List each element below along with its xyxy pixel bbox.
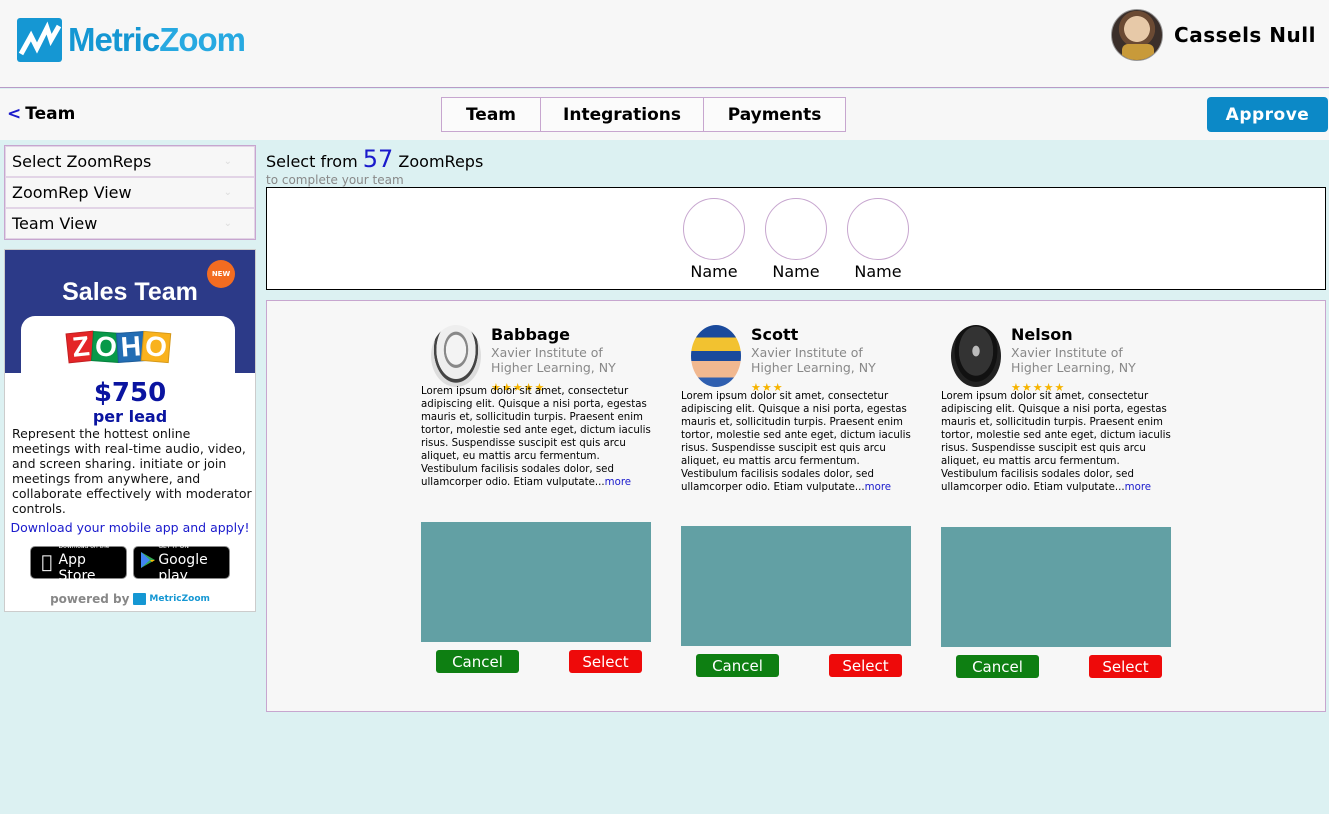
google-play-small: GET IT ON bbox=[158, 542, 189, 550]
metriczoom-logo-icon bbox=[133, 593, 147, 605]
app-store-big: App Store bbox=[58, 551, 96, 584]
ad-per-lead: per lead bbox=[92, 407, 168, 426]
sidebar-item-zoomrep-view[interactable]: ZoomRep View ⌄ bbox=[5, 177, 255, 208]
nav-bar: < Team Team Integrations Payments Approve bbox=[0, 89, 1329, 140]
team-slots-box: Name Name Name bbox=[266, 187, 1326, 290]
app-store-button[interactable]:  Download on theApp Store bbox=[30, 543, 127, 584]
sidebar-item-label: Select ZoomReps bbox=[12, 152, 152, 171]
rep-name: Scott bbox=[751, 325, 799, 344]
rep-school: Xavier Institute of Higher Learning, NY bbox=[751, 345, 901, 375]
logo-text: MetricZoom bbox=[68, 21, 246, 59]
approve-button[interactable]: Approve bbox=[1207, 97, 1328, 132]
slot-avatar-placeholder[interactable] bbox=[765, 198, 827, 260]
chevron-down-icon: ⌄ bbox=[223, 187, 232, 198]
slot-avatar-placeholder[interactable] bbox=[847, 198, 909, 260]
tab-bar: Team Integrations Payments bbox=[441, 97, 846, 132]
google-play-big: Google play bbox=[158, 551, 208, 584]
new-badge: NEW bbox=[207, 260, 235, 288]
rep-video-placeholder[interactable] bbox=[681, 526, 911, 646]
rep-bio-text: Lorem ipsum dolor sit amet, consectetur … bbox=[681, 391, 911, 493]
rep-bio: Lorem ipsum dolor sit amet, consectetur … bbox=[681, 390, 913, 494]
sidebar-item-select-zoomreps[interactable]: Select ZoomReps ⌄ bbox=[5, 146, 255, 177]
apple-icon:  bbox=[35, 552, 59, 573]
google-play-icon bbox=[138, 551, 158, 574]
sidebar-item-label: Team View bbox=[12, 214, 98, 233]
metriczoom-logo[interactable]: MetricZoom bbox=[17, 18, 246, 62]
rep-photo[interactable] bbox=[951, 325, 1001, 387]
logo-text-metric: Metric bbox=[68, 21, 160, 58]
select-prefix: Select from bbox=[266, 152, 358, 171]
google-play-button[interactable]: GET IT ON Google play bbox=[133, 543, 230, 584]
slot-name: Name bbox=[772, 262, 820, 281]
more-link[interactable]: more bbox=[1125, 482, 1151, 493]
more-link[interactable]: more bbox=[865, 482, 891, 493]
powered-by-label: powered by bbox=[50, 592, 130, 606]
zoomreps-panel: Babbage Xavier Institute of Higher Learni… bbox=[266, 300, 1326, 712]
select-subtitle: to complete your team bbox=[266, 173, 404, 187]
team-slot[interactable]: Name bbox=[765, 198, 827, 281]
back-link[interactable]: < Team bbox=[7, 104, 75, 124]
powered-logo-text: MetricZoom bbox=[149, 594, 210, 604]
cancel-button[interactable]: Cancel bbox=[696, 654, 779, 677]
slot-name: Name bbox=[854, 262, 902, 281]
team-slot[interactable]: Name bbox=[683, 198, 745, 281]
powered-logo: MetricZoom bbox=[133, 593, 210, 605]
zoho-logo: Z O H O bbox=[65, 330, 172, 364]
select-heading: Select from 57 ZoomReps bbox=[266, 145, 483, 173]
select-button[interactable]: Select bbox=[1089, 655, 1162, 678]
user-profile[interactable]: Cassels Null bbox=[1111, 9, 1316, 61]
rep-bio-text: Lorem ipsum dolor sit amet, consectetur … bbox=[941, 391, 1171, 493]
zoho-letter: O bbox=[140, 330, 172, 364]
sales-team-ad[interactable]: Sales Team NEW Z O H O $750 per lead Rep… bbox=[4, 249, 256, 612]
cancel-button[interactable]: Cancel bbox=[956, 655, 1039, 678]
team-slot[interactable]: Name bbox=[847, 198, 909, 281]
zoomrep-count: 57 bbox=[362, 145, 394, 173]
metriczoom-logo-icon bbox=[17, 18, 62, 62]
slot-avatar-placeholder[interactable] bbox=[683, 198, 745, 260]
rep-bio: Lorem ipsum dolor sit amet, consectetur … bbox=[421, 385, 653, 489]
rep-school-line: Higher Learning, NY bbox=[1011, 360, 1136, 375]
tab-payments[interactable]: Payments bbox=[704, 97, 846, 132]
select-button[interactable]: Select bbox=[569, 650, 642, 673]
rep-school: Xavier Institute of Higher Learning, NY bbox=[1011, 345, 1161, 375]
select-suffix: ZoomReps bbox=[398, 152, 484, 171]
tab-team[interactable]: Team bbox=[441, 97, 541, 132]
top-header: MetricZoom Cassels Null bbox=[0, 0, 1329, 88]
slot-name: Name bbox=[690, 262, 738, 281]
back-label: Team bbox=[25, 104, 76, 124]
rep-school-line: Xavier Institute of bbox=[1011, 345, 1123, 360]
rep-name: Babbage bbox=[491, 325, 570, 344]
ad-description: Represent the hottest online meetings wi… bbox=[12, 426, 252, 516]
cancel-button[interactable]: Cancel bbox=[436, 650, 519, 673]
powered-by: powered by MetricZoom bbox=[5, 592, 255, 606]
rep-bio-text: Lorem ipsum dolor sit amet, consectetur … bbox=[421, 386, 651, 488]
sidebar-item-team-view[interactable]: Team View ⌄ bbox=[5, 208, 255, 239]
rep-photo[interactable] bbox=[431, 325, 481, 387]
avatar[interactable] bbox=[1111, 9, 1164, 61]
rep-school-line: Higher Learning, NY bbox=[491, 360, 616, 375]
rep-name: Nelson bbox=[1011, 325, 1073, 344]
chevron-down-icon: ⌄ bbox=[223, 218, 232, 229]
tab-integrations[interactable]: Integrations bbox=[541, 97, 704, 132]
rep-school-line: Xavier Institute of bbox=[491, 345, 603, 360]
select-button[interactable]: Select bbox=[829, 654, 902, 677]
sidebar-menu: Select ZoomReps ⌄ ZoomRep View ⌄ Team View… bbox=[4, 145, 256, 240]
rep-school-line: Higher Learning, NY bbox=[751, 360, 876, 375]
more-link[interactable]: more bbox=[605, 477, 631, 488]
ad-price: $750 bbox=[93, 378, 167, 408]
rep-video-placeholder[interactable] bbox=[941, 527, 1171, 647]
rep-photo[interactable] bbox=[691, 325, 741, 387]
user-name: Cassels Null bbox=[1174, 23, 1316, 47]
chevron-down-icon: ⌄ bbox=[223, 156, 232, 167]
download-app-link[interactable]: Download your mobile app and apply! bbox=[5, 520, 255, 535]
rep-school-line: Xavier Institute of bbox=[751, 345, 863, 360]
rep-video-placeholder[interactable] bbox=[421, 522, 651, 642]
rep-school: Xavier Institute of Higher Learning, NY bbox=[491, 345, 641, 375]
back-arrow-icon: < bbox=[7, 104, 22, 124]
sidebar-item-label: ZoomRep View bbox=[12, 183, 132, 202]
rep-bio: Lorem ipsum dolor sit amet, consectetur … bbox=[941, 390, 1173, 494]
logo-text-zoom: Zoom bbox=[159, 21, 246, 58]
app-store-small: Download on the bbox=[58, 542, 110, 550]
